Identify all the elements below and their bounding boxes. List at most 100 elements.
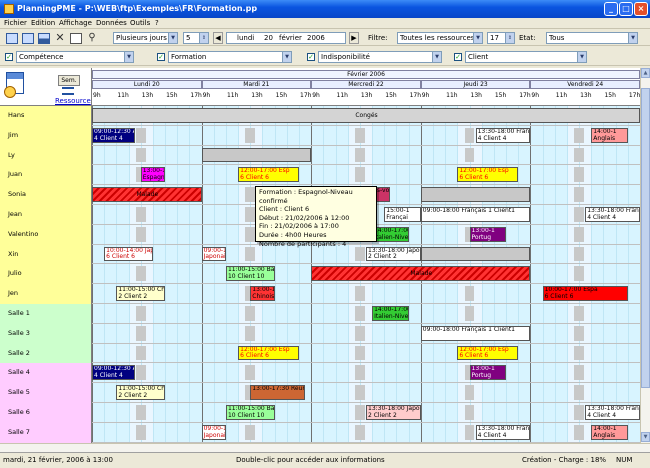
prev-date-button[interactable]: ◀	[213, 32, 223, 44]
task-block[interactable]: 13:30-18:00 Japo 2 Client 2	[366, 405, 421, 420]
task-block[interactable]: 13:00-1 Espagn	[140, 167, 166, 183]
maximize-button[interactable]: □	[619, 2, 633, 16]
resource-row[interactable]: Juan	[0, 165, 640, 186]
vertical-scrollbar[interactable]: ▲ ▼	[640, 68, 650, 443]
resource-name[interactable]: Valentino	[0, 224, 92, 245]
task-block[interactable]: 09:00-18:00 Français 1 Client1	[420, 325, 531, 341]
task-block[interactable]: 12:00-17:00 Esp 6 Client 6	[457, 167, 519, 183]
resource-name[interactable]: Julio	[0, 264, 92, 285]
day-header[interactable]: Vendredi 24	[530, 80, 640, 89]
task-block[interactable]: 09:00-11:Japonais-	[201, 424, 226, 440]
task-block[interactable]: 12:00-17:00 Esp 6 Client 6	[457, 345, 519, 361]
delete-icon[interactable]: ✕	[54, 32, 66, 43]
day-header[interactable]: Mardi 21	[201, 80, 312, 89]
task-block[interactable]: 09:00-18:00 Français 1 Client1	[420, 207, 531, 222]
leave-block[interactable]: Congés	[92, 108, 640, 123]
resource-row[interactable]: Ly	[0, 145, 640, 166]
resource-row[interactable]: Salle 6	[0, 403, 640, 423]
minimize-button[interactable]: _	[604, 2, 618, 16]
print-icon[interactable]	[70, 33, 82, 44]
menu-outils[interactable]: Outils	[130, 18, 150, 29]
horizontal-scrollbar[interactable]	[0, 443, 650, 452]
resource-name[interactable]: Jim	[0, 125, 92, 146]
resource-name[interactable]: Salle 3	[0, 323, 92, 344]
menu-fichier[interactable]: Fichier	[4, 18, 27, 29]
menu-affichage[interactable]: Affichage	[59, 18, 92, 29]
view-mode-select[interactable]: Plusieurs jours ▼	[113, 32, 178, 44]
hours-stepper[interactable]: 17 ⇕	[487, 32, 515, 44]
competence-select[interactable]: Compétence ▼	[16, 51, 134, 63]
formation-checkbox[interactable]: ✓	[157, 53, 165, 61]
resource-name[interactable]: Sonia	[0, 185, 92, 205]
task-block[interactable]: 13:00-1 Portug	[469, 226, 507, 242]
menu-help[interactable]: ?	[155, 18, 159, 29]
resource-row[interactable]: Salle 1	[0, 304, 640, 324]
day-header[interactable]: Mercredi 22	[311, 80, 421, 89]
week-button[interactable]: Sem.	[58, 75, 80, 86]
task-block[interactable]: 13:30-18:00 Franç 4 Client 4	[475, 424, 531, 440]
task-block[interactable]: 12:00-17:00 Esp 6 Client 6	[238, 345, 299, 361]
task-block[interactable]: 14:00-17:00 Italien-Nive	[372, 226, 409, 242]
task-block[interactable]: 10:00-17:00 Espa 6 Client 6	[542, 286, 628, 301]
day-header[interactable]: Lundi 20	[92, 80, 202, 89]
date-field[interactable]: lundi 20 février 2006	[226, 32, 346, 44]
task-block[interactable]: 14:00-1 Anglais	[591, 424, 628, 440]
day-header[interactable]: Jeudi 23	[420, 80, 531, 89]
resource-name[interactable]: Salle 1	[0, 304, 92, 324]
resource-link[interactable]: Ressource	[55, 97, 91, 105]
resource-row[interactable]: Salle 7	[0, 422, 640, 443]
task-block[interactable]: 13:00-1 Portug	[469, 365, 507, 381]
absence-block[interactable]: Malade	[311, 266, 531, 282]
resource-name[interactable]: Salle 7	[0, 422, 92, 443]
view-week-icon[interactable]	[22, 33, 34, 44]
task-block[interactable]: 11:00-15:00 Ch 2 Client 2	[116, 286, 166, 301]
indisponibilite-select[interactable]: Indisponibilité ▼	[318, 51, 442, 63]
resource-name[interactable]: Xin	[0, 244, 92, 265]
task-block[interactable]	[420, 187, 531, 202]
task-block[interactable]: 11:00-15:00 Bal 10 Client 10	[225, 405, 275, 420]
task-block[interactable]: 09:00-12:30 A4 Client 4	[92, 127, 135, 143]
indisponibilite-checkbox[interactable]: ✓	[307, 53, 315, 61]
resource-name[interactable]: Juan	[0, 165, 92, 186]
day-count-stepper[interactable]: 5 ⇕	[183, 32, 209, 44]
task-block[interactable]: 10:00-14:00 Jap 6 Client 6	[104, 246, 153, 262]
search-icon[interactable]: ⚲	[86, 32, 98, 43]
resource-row[interactable]: Salle 5	[0, 383, 640, 403]
task-block[interactable]	[201, 147, 312, 163]
scroll-down-button[interactable]: ▼	[641, 432, 650, 442]
task-block[interactable]: 13:30-18:00 Japo 2 Client 2	[366, 246, 421, 262]
resource-name[interactable]: Salle 5	[0, 383, 92, 403]
task-block[interactable]	[420, 246, 531, 262]
client-checkbox[interactable]: ✓	[454, 53, 462, 61]
resource-name[interactable]: Jen	[0, 284, 92, 304]
resource-name[interactable]: Jean	[0, 205, 92, 225]
scroll-up-button[interactable]: ▲	[641, 68, 650, 78]
task-block[interactable]: 13:00-17:30 Réun	[250, 385, 306, 400]
task-block[interactable]: 13:30-18:00 Franç 4 Client 4	[585, 405, 640, 420]
task-block[interactable]: 13:30-18:00 Franç 4 Client 4	[475, 127, 531, 143]
task-block[interactable]: 09:00-11:Japonais-	[201, 246, 226, 262]
task-block[interactable]: 14:00-17:00 Italien-Nive	[372, 306, 409, 321]
absence-block[interactable]: Malade	[92, 187, 202, 202]
task-block[interactable]: 12:00-17:00 Esp 6 Client 6	[238, 167, 299, 183]
resource-name[interactable]: Salle 4	[0, 363, 92, 384]
task-block[interactable]: 11:00-15:00 Bal 10 Client 10	[225, 266, 275, 282]
resource-name[interactable]: Hans	[0, 106, 92, 126]
sort-icon[interactable]	[62, 87, 74, 95]
next-date-button[interactable]: ▶	[349, 32, 359, 44]
resource-row[interactable]: Salle 3	[0, 323, 640, 344]
filter-select[interactable]: Toutes les ressources ▼	[397, 32, 483, 44]
task-block[interactable]: 11:00-15:00 Ch 2 Client 2	[116, 385, 166, 400]
resource-name[interactable]: Ly	[0, 145, 92, 166]
client-select[interactable]: Client ▼	[465, 51, 587, 63]
task-block[interactable]: 09:00-12:30 A4 Client 4	[92, 365, 135, 381]
task-block[interactable]: 15:00-1 Françai	[384, 207, 421, 222]
task-block[interactable]: 13:00-1 Chinois	[250, 286, 275, 301]
formation-select[interactable]: Formation ▼	[168, 51, 292, 63]
menu-edition[interactable]: Edition	[31, 18, 55, 29]
resource-row[interactable]: Salle 2	[0, 343, 640, 364]
menu-donnees[interactable]: Données	[96, 18, 127, 29]
view-month-icon[interactable]	[38, 33, 50, 44]
resource-name[interactable]: Salle 2	[0, 343, 92, 364]
view-day-icon[interactable]	[6, 33, 18, 44]
